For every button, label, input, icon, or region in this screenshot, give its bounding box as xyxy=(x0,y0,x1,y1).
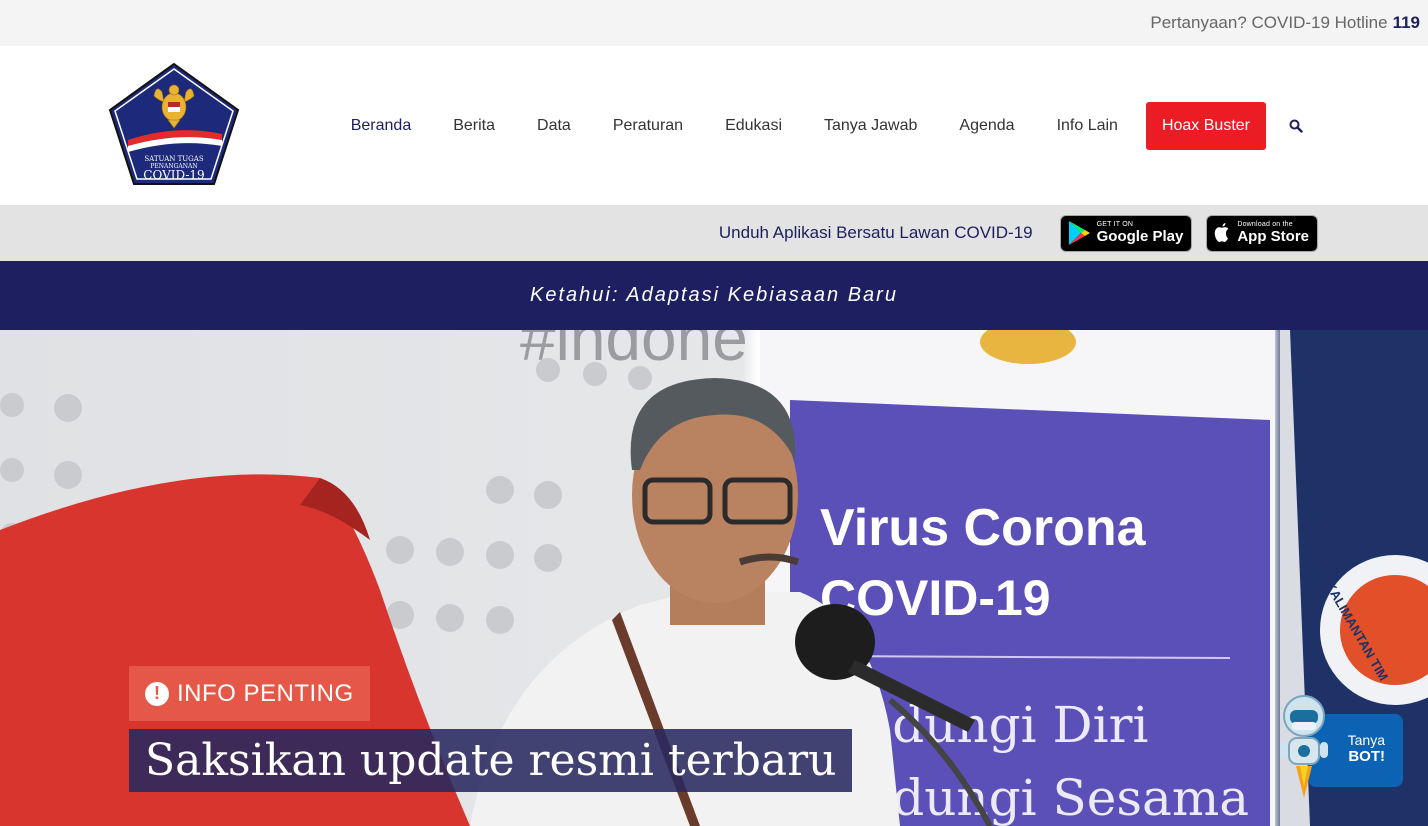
hero-title-text: Saksikan update resmi terbaru xyxy=(145,735,837,786)
satgas-logo[interactable]: SATUAN TUGAS PENANGANAN COVID-19 xyxy=(106,62,242,186)
board-text-1: Virus Corona xyxy=(820,499,1147,557)
info-penting-label: INFO PENTING xyxy=(177,679,354,707)
app-store-badge[interactable]: Download on the App Store xyxy=(1206,214,1318,252)
hotline-number[interactable]: 119 xyxy=(1393,13,1420,33)
top-bar: Pertanyaan? COVID-19 Hotline 119 xyxy=(0,0,1428,46)
hero-title[interactable]: Saksikan update resmi terbaru xyxy=(129,729,853,792)
hero-slider[interactable]: #indone Virus Corona COVID-19 ndungi Dir… xyxy=(0,330,1428,826)
main-nav: Beranda Berita Data Peraturan Edukasi Ta… xyxy=(330,102,1320,150)
search-icon xyxy=(1289,119,1303,133)
nav-peraturan[interactable]: Peraturan xyxy=(592,102,704,150)
hotline-question: Pertanyaan? COVID-19 Hotline xyxy=(1150,13,1388,32)
google-play-icon xyxy=(1067,220,1091,246)
nav-edukasi[interactable]: Edukasi xyxy=(704,102,803,150)
board-text-3: ndungi Diri xyxy=(860,696,1148,754)
google-play-big: Google Play xyxy=(1096,228,1184,245)
logo-line1: SATUAN TUGAS xyxy=(144,155,203,163)
logo-line3: COVID-19 xyxy=(143,168,204,182)
search-button[interactable] xyxy=(1272,102,1320,150)
nav-berita[interactable]: Berita xyxy=(432,102,516,150)
google-play-badge[interactable]: GET IT ON Google Play xyxy=(1059,214,1193,252)
nav-data[interactable]: Data xyxy=(516,102,592,150)
wall-hashtag: #indone xyxy=(520,330,748,374)
apple-icon xyxy=(1213,222,1231,244)
header: SATUAN TUGAS PENANGANAN COVID-19 Beranda… xyxy=(0,46,1428,205)
robot-icon xyxy=(1280,695,1328,798)
hoax-buster-button[interactable]: Hoax Buster xyxy=(1145,102,1266,150)
info-penting-badge[interactable]: ! INFO PENTING xyxy=(129,666,370,721)
nav-tanya-jawab[interactable]: Tanya Jawab xyxy=(803,102,938,150)
tanya-bot-button[interactable]: Tanya BOT! xyxy=(1274,694,1408,806)
nav-beranda[interactable]: Beranda xyxy=(330,102,433,150)
exclamation-icon: ! xyxy=(145,681,169,706)
app-download-text: Unduh Aplikasi Bersatu Lawan COVID-19 xyxy=(718,223,1033,242)
board-text-4: ndungi Sesama xyxy=(860,769,1249,826)
announcement-banner[interactable]: Ketahui: Adaptasi Kebiasaan Baru xyxy=(0,261,1428,330)
announcement-text: Ketahui: Adaptasi Kebiasaan Baru xyxy=(530,284,898,306)
nav-info-lain[interactable]: Info Lain xyxy=(1036,102,1139,150)
app-download-bar: Unduh Aplikasi Bersatu Lawan COVID-19 GE… xyxy=(0,205,1428,261)
nav-agenda[interactable]: Agenda xyxy=(938,102,1035,150)
app-store-big: App Store xyxy=(1237,228,1309,245)
